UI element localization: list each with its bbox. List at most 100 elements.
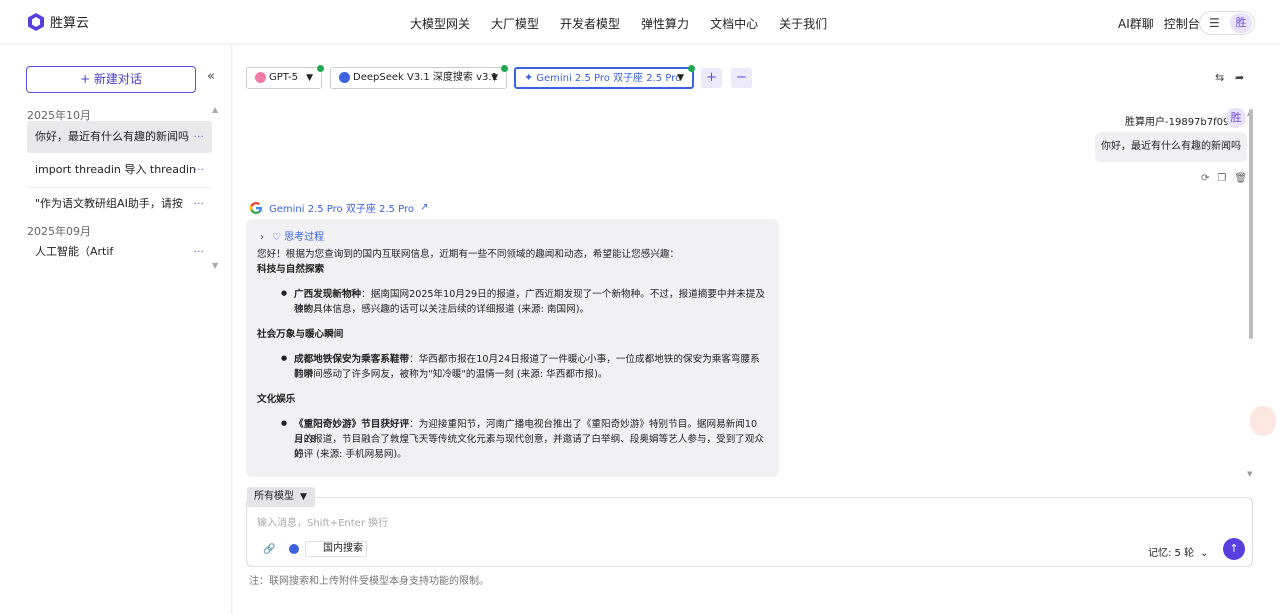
nav-link-gateway[interactable]: 大模型网关 (410, 15, 470, 32)
share-icon[interactable]: ➦ (1235, 71, 1244, 84)
bot-message: › ♡ 思考过程 您好！根据为您查询到的国内互联网信息，近期有一些不同领域的趣闻和… (246, 219, 779, 477)
chevron-down-icon: ▼ (300, 492, 307, 502)
memory-label: 记忆: 5 轮 (1148, 548, 1195, 559)
memory-select[interactable]: 记忆: 5 轮 ⌄ (1148, 544, 1208, 559)
model-tab-label: DeepSeek V3.1 深度搜索 v3.1 (353, 72, 498, 83)
sidebar: + 新建对话 « ▲ 2025年10月 你好，最近有什么有趣的新闻吗 ··· i… (0, 45, 232, 614)
bullet: ● (281, 354, 288, 362)
news-item-text: 好评 (来源: 手机网易网)。 (294, 449, 407, 460)
globe-icon[interactable] (289, 544, 299, 554)
model-tab-gemini[interactable]: ✦ Gemini 2.5 Pro 双子座 2.5 Pro ▼ (514, 67, 694, 89)
composer: 输入消息，Shift+Enter 换行 🔗 国内搜索 ⌄ 记忆: 5 轮 ⌄ ↑ (246, 497, 1253, 567)
news-item-title: 成都地铁保安为乘客系鞋带 (294, 354, 410, 365)
gpt-icon (255, 71, 266, 83)
history-item[interactable]: "作为语文教研组AI助手，请按 ··· (27, 188, 212, 220)
footer-note: 注：联网搜索和上传附件受模型本身支持功能的限制。 (249, 576, 489, 587)
chevron-down-icon: ▼ (306, 73, 313, 83)
attach-link-icon[interactable]: 🔗 (263, 544, 275, 555)
section-heading: 社会万象与暖心瞬间 (257, 329, 344, 340)
model-tab-gpt5[interactable]: GPT-5 ▼ (246, 67, 322, 89)
send-button[interactable]: ↑ (1223, 538, 1245, 560)
history-item[interactable]: 人工智能（Artif ··· (27, 236, 212, 268)
chat-main: GPT-5 ▼ DeepSeek V3.1 深度搜索 v3.1 ▼ ✦ Gemin… (233, 45, 1280, 614)
sidebar-scroll-down-icon[interactable]: ▼ (212, 261, 218, 270)
history-item[interactable]: import threadin 导入 threadin ··· (27, 154, 212, 186)
scrollbar[interactable] (1249, 109, 1253, 339)
status-dot (317, 65, 324, 72)
gemini-icon: ✦ (524, 71, 534, 84)
news-item-title: 《重阳奇妙游》节目获好评 (294, 419, 410, 430)
external-link-icon[interactable]: ↗ (420, 202, 428, 213)
refresh-icon[interactable]: ⟳ (1201, 173, 1209, 184)
menu-icon[interactable]: ☰ (1209, 17, 1220, 29)
brand-name: 胜算云 (50, 16, 90, 31)
nav-link-console[interactable]: 控制台 (1164, 15, 1200, 32)
nav-links: 大模型网关 大厂模型 开发者模型 弹性算力 文档中心 关于我们 (410, 15, 827, 32)
user-menu[interactable]: ☰ 胜 (1199, 11, 1255, 35)
history-item[interactable]: 你好，最近有什么有趣的新闻吗 ··· (27, 121, 212, 153)
chevron-down-icon: ▼ (677, 73, 684, 83)
history-item-label: "作为语文教研组AI助手，请按 (35, 197, 183, 210)
status-dot (688, 65, 695, 72)
nav-link-docs[interactable]: 文档中心 (710, 15, 758, 32)
chevron-down-icon: ▼ (491, 73, 498, 83)
delete-icon[interactable]: 🗑 (1234, 173, 1247, 184)
chevron-right-icon: › (260, 232, 264, 243)
sidebar-scroll-up-icon[interactable]: ▲ (212, 105, 218, 114)
nav-link-developer-models[interactable]: 开发者模型 (560, 15, 620, 32)
section-heading: 文化娱乐 (257, 394, 296, 405)
brand[interactable]: 胜算云 (28, 12, 89, 31)
section-heading: 科技与自然探索 (257, 264, 325, 275)
user-message: 你好，最近有什么有趣的新闻吗 (1095, 132, 1247, 162)
answer-intro: 您好！根据为您查询到的国内互联网信息，近期有一些不同领域的趣闻和动态，希望能让您… (257, 249, 680, 260)
new-chat-button[interactable]: + 新建对话 (26, 66, 196, 93)
lightbulb-icon: ♡ (272, 232, 285, 243)
assistant-avatar[interactable] (1250, 406, 1276, 436)
google-icon (249, 201, 262, 214)
top-nav: 胜算云 大模型网关 大厂模型 开发者模型 弹性算力 文档中心 关于我们 AI群聊… (0, 0, 1280, 44)
news-item-text: 的瞬间感动了许多网友，被称为"知冷暖"的温情一刻 (来源: 华西都市报)。 (294, 369, 608, 380)
avatar[interactable]: 胜 (1230, 13, 1252, 33)
nav-link-major-models[interactable]: 大厂模型 (491, 15, 539, 32)
model-filter-select[interactable]: 所有模型 ▼ (247, 487, 315, 507)
avatar: 胜 (1226, 108, 1246, 128)
copy-icon[interactable]: ❐ (1217, 173, 1226, 184)
message-actions: ⟳ ❐ 🗑 (1201, 173, 1247, 184)
status-dot (501, 65, 508, 72)
history-item-label: import threadin 导入 threadin (35, 163, 196, 176)
deepseek-icon (339, 71, 350, 83)
news-item-title: 广西发现新物种 (294, 289, 362, 300)
message-input[interactable]: 输入消息，Shift+Enter 换行 (257, 514, 388, 529)
chevron-down-icon: ⌄ (354, 544, 362, 554)
search-select[interactable]: 国内搜索 ⌄ (305, 541, 367, 557)
nav-link-ai-group-chat[interactable]: AI群聊 (1118, 15, 1154, 32)
model-tab-label: Gemini 2.5 Pro 双子座 2.5 Pro (536, 73, 682, 84)
nav-right: AI群聊 控制台 (1118, 15, 1200, 32)
thinking-toggle[interactable]: › ♡ 思考过程 (260, 228, 324, 243)
more-icon[interactable]: ··· (194, 188, 205, 220)
more-icon[interactable]: ··· (194, 154, 205, 186)
bullet: ● (281, 289, 288, 297)
bot-name: Gemini 2.5 Pro 双子座 2.5 Pro (269, 204, 414, 215)
more-icon[interactable]: ··· (194, 236, 205, 268)
history-item-label: 人工智能（Artif (35, 245, 114, 258)
nav-link-elastic-compute[interactable]: 弹性算力 (641, 15, 689, 32)
nav-link-about[interactable]: 关于我们 (779, 15, 827, 32)
switch-icon[interactable]: ⇆ (1215, 71, 1224, 84)
user-name: 胜算用户-19897b7f095 (1125, 117, 1236, 128)
add-model-button[interactable]: + (701, 68, 722, 88)
news-item-text: 种的具体信息，感兴趣的话可以关注后续的详细报道 (来源: 南国网)。 (294, 304, 590, 315)
model-filter-label: 所有模型 (254, 491, 294, 502)
thinking-label: 思考过程 (284, 232, 325, 243)
scroll-down-icon[interactable]: ▼ (1247, 470, 1252, 478)
collapse-sidebar-icon[interactable]: « (207, 69, 215, 84)
logo-icon (28, 12, 44, 31)
remove-model-button[interactable]: − (731, 68, 752, 88)
history-item-label: 你好，最近有什么有趣的新闻吗 (35, 130, 189, 143)
bot-header: Gemini 2.5 Pro 双子座 2.5 Pro ↗ (249, 200, 428, 215)
bullet: ● (281, 419, 288, 427)
model-tab-deepseek[interactable]: DeepSeek V3.1 深度搜索 v3.1 ▼ (330, 67, 507, 89)
model-tab-label: GPT-5 (269, 72, 298, 83)
chevron-down-icon: ⌄ (1200, 548, 1209, 559)
more-icon[interactable]: ··· (194, 121, 205, 153)
